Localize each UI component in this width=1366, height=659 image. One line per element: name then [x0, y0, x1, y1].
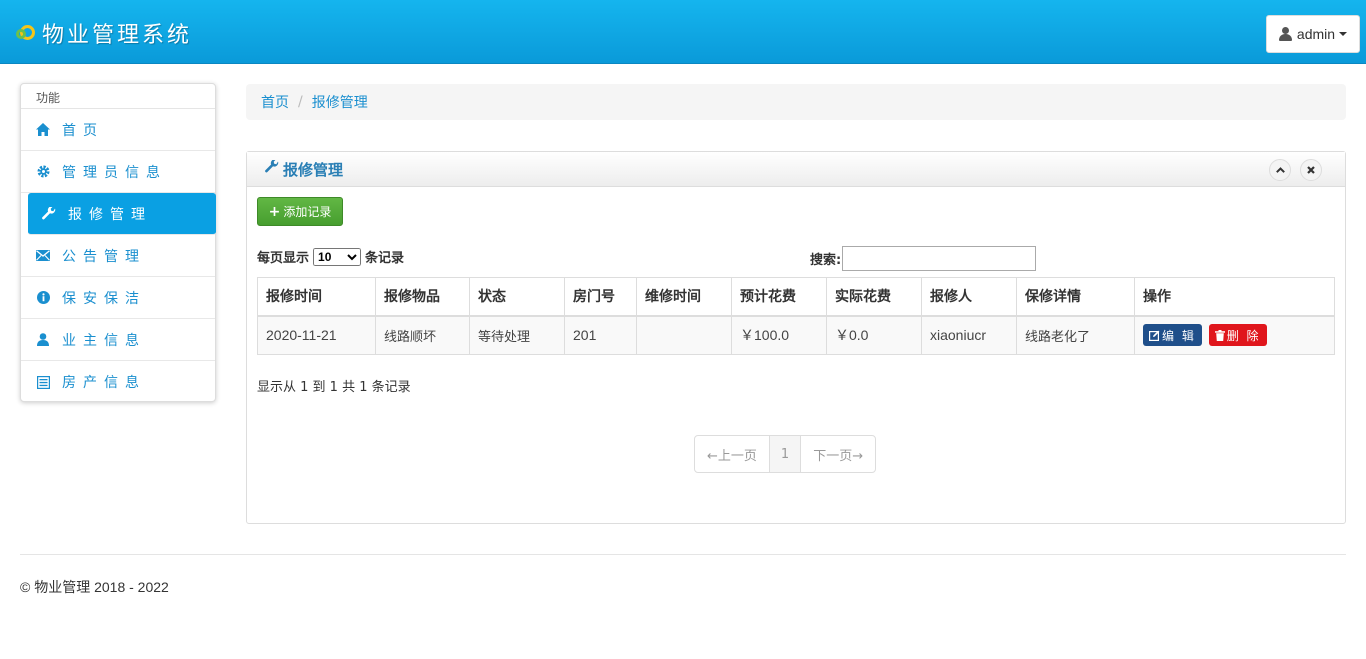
table-cell: 201: [564, 315, 637, 355]
user-icon: [36, 333, 50, 347]
sidebar-item-home[interactable]: 首页: [21, 109, 215, 151]
info-icon: [36, 291, 50, 305]
column-header[interactable]: 实际花费: [826, 277, 922, 317]
page-number-current[interactable]: 1: [769, 436, 802, 472]
collapse-panel-button[interactable]: [1269, 159, 1291, 181]
sidebar-item-label: 首页: [62, 122, 104, 139]
sidebar-item-notice[interactable]: 公告管理: [21, 235, 215, 277]
table-cell: xiaoniucr: [921, 315, 1017, 355]
user-icon: [1278, 27, 1292, 41]
sidebar-item-property[interactable]: 房产信息: [21, 361, 215, 403]
column-header[interactable]: 报修时间: [257, 277, 376, 317]
table-cell-actions: 编 辑 删 除: [1134, 315, 1335, 355]
column-header[interactable]: 报修人: [921, 277, 1017, 317]
sidebar-item-admin-info[interactable]: 管理员信息: [21, 151, 215, 193]
column-header[interactable]: 报修物品: [375, 277, 470, 317]
trash-icon: [1214, 329, 1225, 341]
page-length-select[interactable]: 10: [313, 247, 362, 266]
table-cell: ￥0.0: [826, 315, 922, 355]
sidebar: 功能 首页 管理员信息 报修管理 公告管理 保安保洁 业主信息 房产信息: [20, 83, 216, 402]
column-header[interactable]: 操作: [1134, 277, 1335, 317]
repair-panel: 报修管理 + 添加记录 每页显示 10 条记录 搜索: 报修时间 报修物品 状态…: [246, 151, 1346, 524]
envelope-icon: [36, 249, 50, 263]
gear-icon: [36, 165, 50, 179]
sidebar-heading: 功能: [21, 84, 215, 109]
column-header[interactable]: 状态: [469, 277, 565, 317]
edit-label: 编 辑: [1162, 328, 1196, 343]
next-page-button[interactable]: 下一页→: [801, 436, 875, 472]
add-record-button[interactable]: + 添加记录: [257, 197, 343, 226]
breadcrumb-current[interactable]: 报修管理: [312, 92, 368, 112]
pagination: ←上一页 1 下一页→: [694, 435, 877, 473]
sidebar-item-label: 业主信息: [62, 332, 146, 349]
footer-divider: [20, 554, 1346, 555]
delete-button[interactable]: 删 除: [1208, 324, 1267, 347]
home-icon: [36, 123, 50, 137]
prev-page-button[interactable]: ←上一页: [695, 436, 770, 472]
column-header[interactable]: 房门号: [564, 277, 637, 317]
list-icon: [36, 375, 50, 389]
top-header: 物业管理系统 admin: [0, 0, 1366, 64]
wrench-icon: [265, 159, 279, 178]
sidebar-item-label: 保安保洁: [62, 290, 146, 307]
breadcrumb-separator: /: [298, 94, 303, 110]
breadcrumb-home-link[interactable]: 首页: [261, 92, 289, 112]
page-length-control: 每页显示 10 条记录: [257, 247, 404, 266]
close-icon: [1307, 166, 1315, 174]
table-cell: 2020-11-21: [257, 315, 376, 355]
repair-table: 报修时间 报修物品 状态 房门号 维修时间 预计花费 实际花费 报修人 保修详情…: [257, 277, 1335, 355]
search-input[interactable]: [842, 246, 1037, 271]
panel-header: 报修管理: [247, 152, 1345, 187]
table-cell: 等待处理: [469, 315, 565, 355]
sidebar-item-security[interactable]: 保安保洁: [21, 277, 215, 319]
panel-title: 报修管理: [265, 159, 343, 180]
sidebar-item-label: 公告管理: [62, 248, 146, 265]
column-header[interactable]: 维修时间: [636, 277, 732, 317]
breadcrumb: 首页 / 报修管理: [246, 84, 1346, 120]
table-info: 显示从 1 到 1 共 1 条记录: [257, 380, 411, 395]
table-cell: [636, 315, 732, 355]
page-length-prefix: 每页显示: [257, 251, 310, 266]
sidebar-item-label: 报修管理: [68, 206, 152, 223]
edit-icon: [1149, 330, 1160, 341]
brand[interactable]: 物业管理系统: [16, 18, 192, 48]
table-header-row: 报修时间 报修物品 状态 房门号 维修时间 预计花费 实际花费 报修人 保修详情…: [257, 277, 1335, 317]
chevron-up-icon: [1275, 167, 1285, 173]
search-label: 搜索:: [810, 253, 842, 268]
panel-title-text: 报修管理: [283, 160, 344, 179]
footer-copyright: © 物业管理 2018 - 2022: [20, 579, 169, 595]
plus-icon: +: [268, 203, 281, 220]
caret-down-icon: [1339, 32, 1348, 36]
table-cell: ￥100.0: [731, 315, 827, 355]
table-cell: 线路老化了: [1016, 315, 1135, 355]
column-header[interactable]: 保修详情: [1016, 277, 1135, 317]
app-title: 物业管理系统: [42, 23, 193, 48]
search-control: 搜索:: [810, 246, 1037, 271]
user-name: admin: [1296, 26, 1336, 42]
sidebar-item-label: 管理员信息: [62, 164, 167, 181]
table-cell: 线路顺坏: [375, 315, 470, 355]
column-header[interactable]: 预计花费: [731, 277, 827, 317]
user-menu-button[interactable]: admin: [1266, 15, 1360, 53]
logo-icon: [16, 22, 38, 44]
add-record-label: 添加记录: [283, 205, 332, 219]
wrench-icon: [42, 206, 56, 221]
edit-button[interactable]: 编 辑: [1143, 324, 1202, 347]
table-row: 2020-11-21 线路顺坏 等待处理 201 ￥100.0 ￥0.0 xia…: [257, 315, 1335, 355]
sidebar-item-owner[interactable]: 业主信息: [21, 319, 215, 361]
close-panel-button[interactable]: [1300, 159, 1322, 181]
page-length-suffix: 条记录: [365, 251, 405, 266]
sidebar-item-repair[interactable]: 报修管理: [28, 193, 216, 235]
delete-label: 删 除: [1226, 328, 1261, 343]
sidebar-item-label: 房产信息: [62, 375, 146, 391]
